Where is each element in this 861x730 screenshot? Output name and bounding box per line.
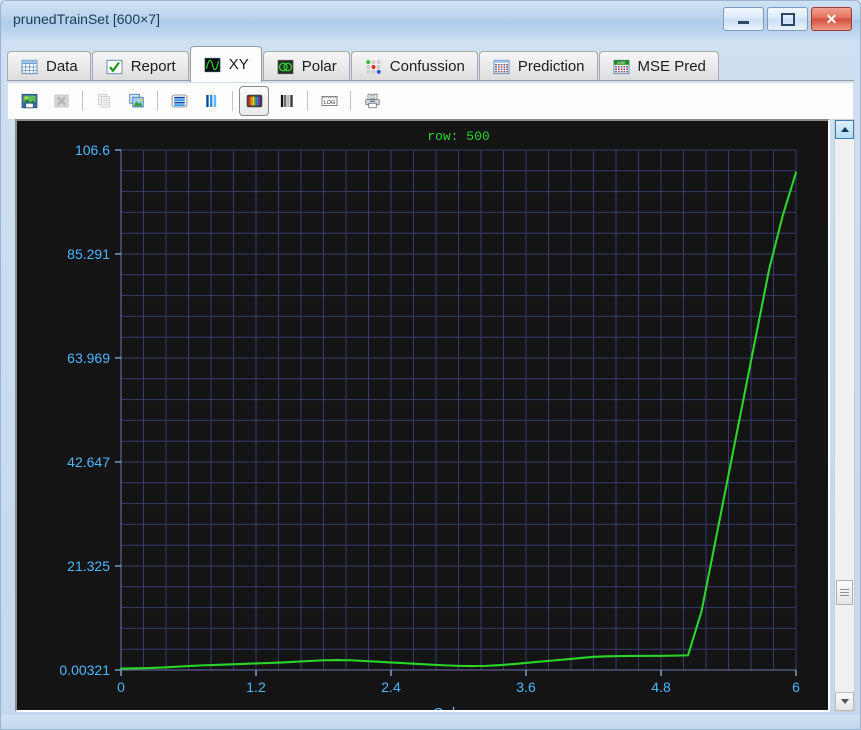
grid-dots-icon xyxy=(492,58,511,76)
tab-label: Confussion xyxy=(390,58,465,75)
y-axis-tick-label: 42.647 xyxy=(67,454,110,470)
toolbar-separator xyxy=(157,91,158,111)
window-title: prunedTrainSet [600×7] xyxy=(13,11,160,27)
toolbar-separator xyxy=(307,91,308,111)
xy-line-chart: row: 500 0.00321 21.325 42.647 63.969 85.291 1… xyxy=(17,121,828,710)
tab-report[interactable]: Report xyxy=(92,51,189,81)
table-icon xyxy=(20,58,39,76)
copy-pages-icon xyxy=(95,92,114,110)
tab-list: Data Report XY Polar Confussion Prediction MSE… xyxy=(7,45,720,81)
tab-prediction[interactable]: Prediction xyxy=(479,51,598,81)
mse-grid-icon: MSE xyxy=(612,58,631,76)
chart-area: row: 500 0.00321 21.325 42.647 63.969 85.291 1… xyxy=(8,119,855,712)
toolbar-color-bars-button[interactable] xyxy=(239,86,269,116)
toolbar-log-scale-button[interactable]: LOG xyxy=(314,86,344,116)
toolbar-save-image-button[interactable] xyxy=(14,86,44,116)
x-axis-tick-label: 0 xyxy=(117,679,125,695)
tab-confussion[interactable]: Confussion xyxy=(351,51,478,81)
scrollbar-thumb[interactable] xyxy=(836,580,853,605)
chart-title: row: 500 xyxy=(427,129,489,144)
tab-xy[interactable]: XY xyxy=(190,46,262,82)
y-axis-tick-label: 0.00321 xyxy=(59,662,110,678)
toolbar-gray-bars-button[interactable] xyxy=(271,86,301,116)
svg-text:MSE: MSE xyxy=(617,60,626,65)
vertical-scrollbar[interactable] xyxy=(834,119,855,712)
toolbar-copy-button xyxy=(89,86,119,116)
gray-bars-icon xyxy=(277,92,296,110)
toolbar-export-excel-button xyxy=(46,86,76,116)
tab-data[interactable]: Data xyxy=(7,51,91,81)
polar-circle-icon xyxy=(276,58,295,76)
toolbar-separator xyxy=(232,91,233,111)
toolbar-copy-image-button[interactable] xyxy=(121,86,151,116)
sine-wave-icon xyxy=(203,56,222,74)
save-image-icon xyxy=(20,92,39,110)
tab-label: Polar xyxy=(302,58,337,75)
x-axis-tick-label: 2.4 xyxy=(381,679,401,695)
minimize-button[interactable] xyxy=(723,7,764,31)
tab-polar[interactable]: Polar xyxy=(263,51,350,81)
copy-image-icon xyxy=(127,92,146,110)
x-axis-tick-label: 6 xyxy=(792,679,800,695)
maximize-button[interactable] xyxy=(767,7,808,31)
toolbar-print-button[interactable] xyxy=(357,86,387,116)
tab-label: Data xyxy=(46,58,78,75)
y-axis-tick-label: 21.325 xyxy=(67,558,110,574)
maximize-icon xyxy=(768,8,807,30)
close-button[interactable]: ✕ xyxy=(811,7,852,31)
vertical-bars-icon xyxy=(202,92,221,110)
status-bar xyxy=(1,715,860,729)
x-axis-tick-label: 3.6 xyxy=(516,679,536,695)
xy-plot-panel[interactable]: row: 500 0.00321 21.325 42.647 63.969 85.291 1… xyxy=(15,119,830,712)
y-axis-tick-label: 106.6 xyxy=(75,142,110,158)
log-ruler-icon: LOG xyxy=(320,92,339,110)
toolbar-horizontal-bars-button[interactable] xyxy=(164,86,194,116)
x-axis-tick-label: 1.2 xyxy=(246,679,266,695)
scroll-down-button[interactable] xyxy=(835,692,854,711)
tab-label: XY xyxy=(229,56,249,73)
minimize-icon xyxy=(724,8,763,30)
toolbar-separator xyxy=(350,91,351,111)
printer-icon xyxy=(363,92,382,110)
color-bars-icon xyxy=(245,92,264,110)
excel-export-icon xyxy=(52,92,71,110)
toolbar-vertical-bars-button[interactable] xyxy=(196,86,226,116)
dot-matrix-icon xyxy=(364,58,383,76)
close-icon: ✕ xyxy=(812,8,851,30)
tab-msepred[interactable]: MSE MSE Pred xyxy=(599,51,719,81)
y-axis-tick-label: 63.969 xyxy=(67,350,110,366)
scroll-up-button[interactable] xyxy=(835,120,854,139)
tab-label: Prediction xyxy=(518,58,585,75)
x-axis-tick-label: 4.8 xyxy=(651,679,671,695)
chevron-up-icon xyxy=(841,127,849,132)
tab-label: Report xyxy=(131,58,176,75)
x-axis-label: Column xyxy=(433,705,485,710)
tab-label: MSE Pred xyxy=(638,58,706,75)
toolbar-separator xyxy=(82,91,83,111)
tab-strip: Data Report XY Polar Confussion Prediction MSE… xyxy=(7,45,854,81)
checkmark-icon xyxy=(105,58,124,76)
chart-toolbar: LOG xyxy=(8,83,853,119)
y-axis-tick-label: 85.291 xyxy=(67,246,110,262)
window-controls: ✕ xyxy=(723,7,852,31)
horizontal-bars-icon xyxy=(170,92,189,110)
title-bar: prunedTrainSet [600×7] ✕ xyxy=(1,1,860,39)
svg-text:LOG: LOG xyxy=(323,100,334,106)
chevron-down-icon xyxy=(841,699,849,704)
application-window: prunedTrainSet [600×7] ✕ Data Report XY Pol… xyxy=(0,0,861,730)
